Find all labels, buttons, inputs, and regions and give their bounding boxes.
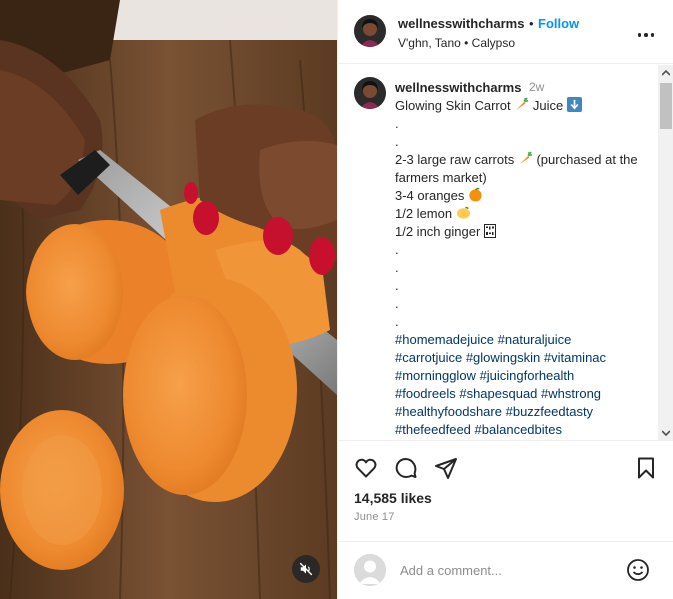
hashtag-link[interactable]: #juicingforhealth	[480, 368, 575, 383]
author-photo	[354, 77, 386, 109]
ingredient-text: 2-3 large raw carrots	[395, 152, 515, 167]
hashtag-link[interactable]: #foodreels	[395, 386, 456, 401]
ingredient-text: 3-4 oranges	[395, 188, 465, 203]
caption-dot: .	[395, 242, 399, 257]
caption-title-line: Glowing Skin Carrot Juice	[395, 97, 650, 115]
ingredient-oranges: 3-4 oranges	[395, 187, 650, 205]
comment-input[interactable]	[400, 560, 610, 580]
hashtag-link[interactable]: #thefeedfeed	[395, 422, 471, 437]
bookmark-icon[interactable]	[634, 456, 658, 480]
smiley-icon[interactable]	[626, 558, 650, 582]
lemon-emoji	[456, 206, 470, 219]
author-photo	[354, 15, 386, 47]
post-header: wellnesswithcharms • Follow V'ghn, Tano …	[338, 0, 673, 64]
caption-title: Glowing Skin Carrot	[395, 98, 511, 113]
hashtag-line: #morningglow #juicingforhealth	[395, 367, 650, 385]
follow-button[interactable]: Follow	[538, 16, 579, 31]
hashtag-link[interactable]: #homemadejuice	[395, 332, 494, 347]
caption-title-suffix: Juice	[532, 98, 564, 113]
hashtag-link[interactable]: #balancedbites	[475, 422, 562, 437]
scroll-up-button[interactable]	[658, 65, 673, 81]
caption-dot: .	[395, 116, 399, 131]
scroll-down-button[interactable]	[658, 425, 673, 440]
caption-dot: .	[395, 314, 399, 329]
hashtag-line: #healthyfoodshare #buzzfeedtasty	[395, 403, 650, 421]
ingredient-lemon: 1/2 lemon	[395, 205, 650, 223]
ingredient-carrots: 2-3 large raw carrots (purchased at the …	[395, 151, 650, 187]
mute-toggle-button[interactable]	[292, 555, 320, 583]
orange-emoji	[469, 187, 482, 202]
hashtag-link[interactable]: #morningglow	[395, 368, 476, 383]
comment-icon[interactable]	[394, 456, 418, 480]
hashtag-line: #homemadejuice #naturaljuice	[395, 331, 650, 349]
scroll-down-arrow-icon	[662, 430, 670, 436]
hashtag-link[interactable]: #shapesquad	[459, 386, 537, 401]
scroll-up-arrow-icon	[662, 70, 670, 76]
header-separator: •	[529, 16, 534, 31]
caption-dot: .	[395, 134, 399, 149]
post-details-panel: wellnesswithcharms • Follow V'ghn, Tano …	[337, 0, 673, 599]
author-username[interactable]: wellnesswithcharms	[398, 16, 524, 31]
current-user-avatar	[354, 554, 386, 586]
author-avatar[interactable]	[354, 15, 386, 47]
like-count[interactable]: 14,585 likes	[354, 490, 432, 506]
down-arrow-emoji	[566, 97, 582, 112]
caption-timestamp[interactable]: 2w	[529, 80, 544, 94]
caption-dot: .	[395, 278, 399, 293]
hashtag-link[interactable]: #glowingskin	[466, 350, 540, 365]
post-actions-bar	[338, 452, 673, 484]
post-media-video[interactable]	[0, 0, 337, 599]
caption-username[interactable]: wellnesswithcharms	[395, 80, 521, 95]
more-options-icon	[636, 25, 656, 40]
heart-icon[interactable]	[354, 456, 378, 480]
caption-author-avatar[interactable]	[354, 77, 386, 109]
carrot-emoji	[519, 151, 533, 165]
add-comment-bar	[338, 541, 673, 599]
paper-plane-icon[interactable]	[434, 456, 458, 480]
hashtag-line: #foodreels #shapesquad #whstrong	[395, 385, 650, 403]
carrot-emoji	[516, 97, 529, 111]
ingredient-text: 1/2 inch ginger	[395, 224, 481, 239]
hashtag-line: #thefeedfeed #balancedbites	[395, 421, 650, 439]
default-avatar-icon	[354, 554, 386, 586]
scroll-thumb[interactable]	[660, 83, 672, 129]
hashtag-line: #carrotjuice #glowingskin #vitaminac	[395, 349, 650, 367]
caption-text: Glowing Skin Carrot Juice . . 2-3 large …	[395, 97, 650, 439]
caption-scrollbar[interactable]	[658, 65, 673, 440]
post-date[interactable]: June 17	[354, 511, 395, 523]
ginger-missing-glyph	[483, 224, 496, 238]
muted-speaker-icon	[299, 562, 313, 576]
audio-and-location[interactable]: V'ghn, Tano • Calypso	[398, 36, 515, 50]
hashtag-link[interactable]: #buzzfeedtasty	[506, 404, 593, 419]
hashtag-link[interactable]: #naturaljuice	[498, 332, 572, 347]
hashtag-link[interactable]: #vitaminac	[544, 350, 606, 365]
ingredient-text: 1/2 lemon	[395, 206, 453, 221]
hashtag-link[interactable]: #carrotjuice	[395, 350, 462, 365]
more-options-button[interactable]	[634, 22, 658, 42]
carrot-cutting-video-frame	[0, 0, 337, 599]
caption-scroll-area[interactable]: wellnesswithcharms 2w Glowing Skin Carro…	[338, 65, 673, 441]
hashtag-link[interactable]: #healthyfoodshare	[395, 404, 502, 419]
caption-dot: .	[395, 260, 399, 275]
caption-dot: .	[395, 296, 399, 311]
hashtag-link[interactable]: #whstrong	[541, 386, 601, 401]
ingredient-ginger: 1/2 inch ginger	[395, 223, 650, 241]
